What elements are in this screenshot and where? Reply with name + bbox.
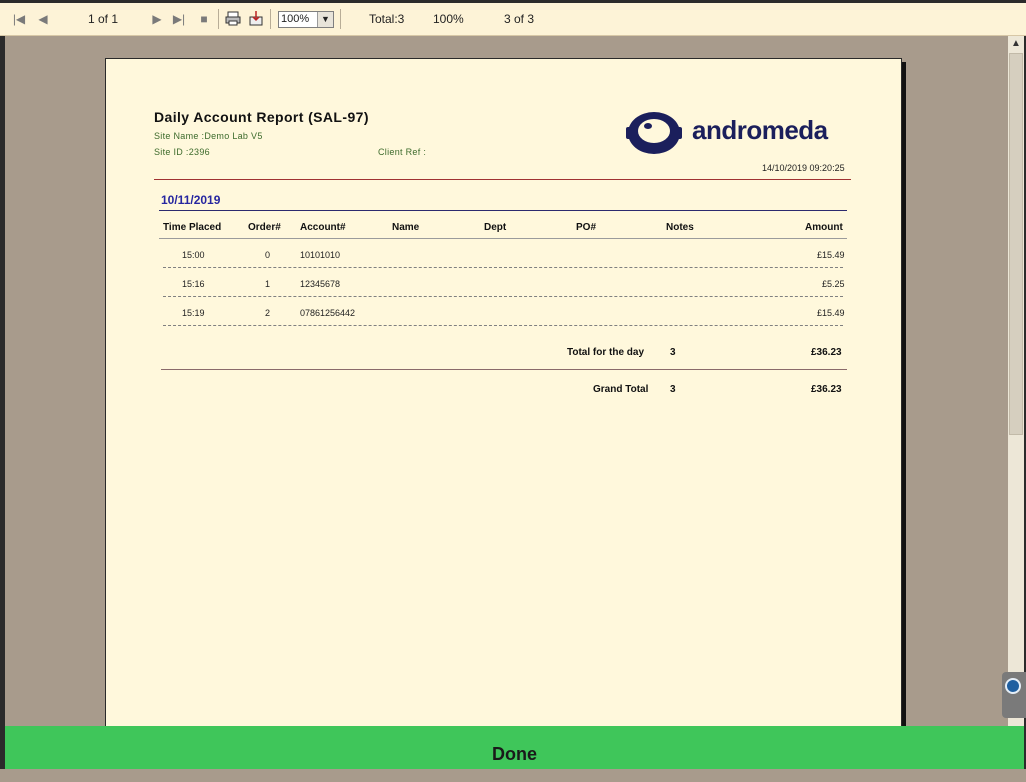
remote-support-tab[interactable] (1002, 672, 1026, 718)
cell-account: 12345678 (300, 279, 341, 289)
day-total-label: Total for the day (567, 347, 645, 358)
site-id: Site ID :2396 (154, 147, 210, 157)
page-indicator: 1 of 1 (88, 12, 119, 26)
col-po: PO# (576, 222, 597, 233)
prev-page-icon[interactable]: ◀ (36, 3, 50, 35)
cell-order: 0 (265, 250, 271, 260)
date-underline (159, 210, 847, 211)
chevron-down-icon[interactable]: ▼ (317, 12, 333, 27)
report-toolbar: |◀ ◀ 1 of 1 ▶ ▶| ■ 100% ▼ Total:3 100% 3… (0, 3, 1026, 36)
cell-amount: £5.25 (822, 279, 845, 289)
astronaut-helmet-icon (626, 112, 682, 154)
total-label: Total:3 (369, 12, 405, 26)
cell-time: 15:16 (182, 279, 205, 289)
zoom-select[interactable]: 100% ▼ (278, 11, 334, 28)
cell-order: 2 (265, 308, 271, 318)
done-button[interactable]: Done (5, 726, 1024, 769)
last-page-icon[interactable]: ▶| (172, 3, 186, 35)
cell-amount: £15.49 (817, 308, 845, 318)
row-divider (163, 296, 843, 297)
column-header-divider (159, 238, 847, 239)
grand-total-amount: £36.23 (811, 384, 842, 395)
scroll-up-icon[interactable]: ▲ (1008, 36, 1024, 52)
col-name: Name (392, 222, 420, 233)
vertical-scrollbar[interactable]: ▲ (1008, 36, 1024, 726)
col-dept: Dept (484, 222, 507, 233)
cell-amount: £15.49 (817, 250, 845, 260)
done-button-label: Done (492, 744, 537, 764)
row-divider (163, 267, 843, 268)
cell-time: 15:19 (182, 308, 205, 318)
report-title: Daily Account Report (SAL-97) (154, 109, 369, 125)
count-label: 3 of 3 (504, 12, 535, 26)
scroll-thumb[interactable] (1009, 53, 1023, 435)
group-date: 10/11/2019 (161, 193, 221, 207)
grand-total-label: Grand Total (593, 384, 649, 395)
cell-account: 10101010 (300, 250, 341, 260)
grand-total-count: 3 (670, 384, 676, 395)
stop-icon[interactable]: ■ (197, 3, 211, 35)
next-page-icon[interactable]: ▶ (150, 3, 164, 35)
zoom-value: 100% (281, 13, 310, 25)
remote-support-icon (1005, 678, 1021, 694)
toolbar-divider (270, 9, 271, 29)
toolbar-divider (218, 9, 219, 29)
site-name: Site Name :Demo Lab V5 (154, 131, 263, 141)
andromeda-logo: andromeda (626, 109, 856, 159)
row-divider (163, 325, 843, 326)
col-order: Order# (248, 222, 281, 233)
col-notes: Notes (666, 222, 694, 233)
report-timestamp: 14/10/2019 09:20:25 (762, 163, 845, 173)
col-amount: Amount (805, 222, 843, 233)
report-viewer[interactable]: Daily Account Report (SAL-97) Site Name … (5, 36, 1008, 726)
toolbar-divider (340, 9, 341, 29)
col-account: Account# (300, 222, 346, 233)
header-divider (154, 179, 851, 180)
cell-order: 1 (265, 279, 271, 289)
cell-time: 15:00 (182, 250, 205, 260)
day-total-amount: £36.23 (811, 347, 842, 358)
percent-label: 100% (433, 12, 464, 26)
report-page: Daily Account Report (SAL-97) Site Name … (105, 58, 902, 726)
total-divider (161, 369, 847, 370)
day-total-count: 3 (670, 347, 676, 358)
first-page-icon[interactable]: |◀ (12, 3, 26, 35)
logo-text: andromeda (692, 115, 828, 145)
cell-account: 07861256442 (300, 308, 356, 318)
client-ref: Client Ref : (378, 147, 427, 157)
export-icon[interactable] (248, 3, 264, 35)
printer-icon[interactable] (225, 3, 241, 35)
col-time-placed: Time Placed (163, 222, 222, 233)
